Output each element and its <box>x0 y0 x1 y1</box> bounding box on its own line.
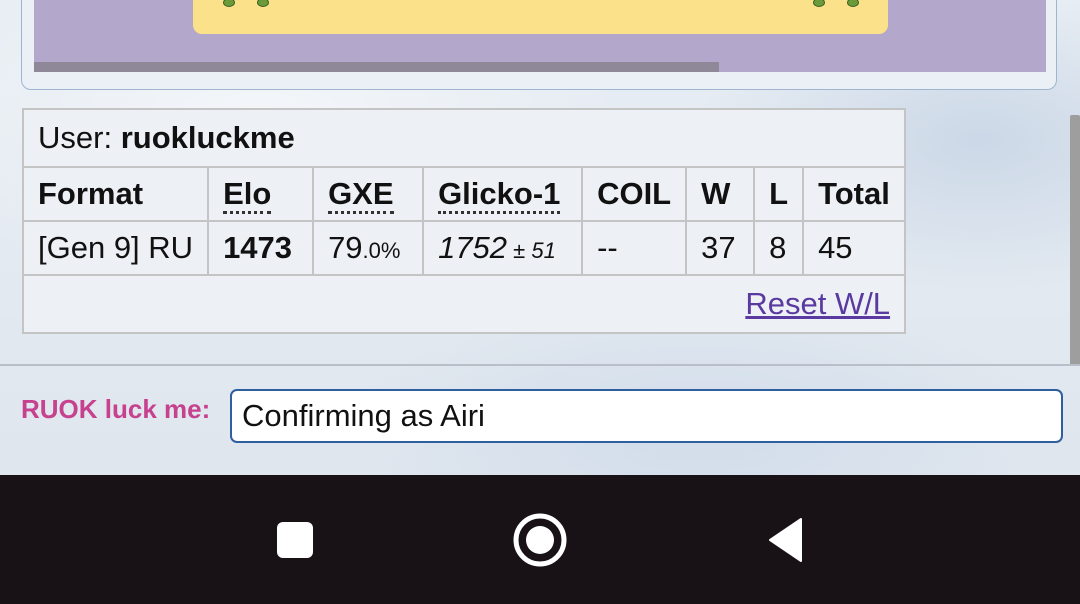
header-format: Format <box>21 166 210 222</box>
cell-losses: 8 <box>753 220 805 276</box>
username: ruokluckme <box>120 120 295 155</box>
chat-username-label: RUOK luck me: <box>21 394 211 424</box>
header-losses: L <box>753 166 805 222</box>
user-row: User: ruokluckme <box>21 108 907 168</box>
ladder-table: User: ruokluckme Format Elo GXE Glicko-1… <box>21 108 907 334</box>
home-circle-icon <box>513 513 567 566</box>
reset-cell: Reset W/L <box>21 274 907 334</box>
pokemon-foot-icon <box>257 0 269 7</box>
horizontal-scrollbar-thumb[interactable] <box>34 62 719 72</box>
home-button[interactable] <box>505 475 575 604</box>
user-prefix: User: <box>38 120 121 155</box>
cell-format: [Gen 9] RU <box>21 220 210 276</box>
recents-square-icon <box>277 521 313 558</box>
user-cell: User: ruokluckme <box>21 108 907 168</box>
cell-total: 45 <box>802 220 907 276</box>
reset-row: Reset W/L <box>21 274 907 334</box>
header-total: Total <box>802 166 907 222</box>
header-elo[interactable]: Elo <box>207 166 315 222</box>
header-gxe[interactable]: GXE <box>312 166 425 222</box>
android-navigation-bar <box>0 475 1080 604</box>
back-button[interactable] <box>755 475 815 604</box>
chat-input[interactable] <box>230 389 1063 443</box>
battle-dialog-box <box>193 0 888 34</box>
pokemon-foot-icon <box>813 0 825 7</box>
header-row: Format Elo GXE Glicko-1 COIL W L Total <box>21 166 907 222</box>
cell-wins: 37 <box>685 220 756 276</box>
vertical-scrollbar[interactable] <box>1070 115 1080 365</box>
cell-gxe: 79.0% <box>312 220 425 276</box>
pokemon-foot-icon <box>223 0 235 7</box>
back-triangle-icon <box>769 517 802 562</box>
reset-wl-link[interactable]: Reset W/L <box>745 286 890 321</box>
pokemon-foot-icon <box>847 0 859 7</box>
cell-glicko: 1752 ± 51 <box>422 220 584 276</box>
header-coil: COIL <box>581 166 688 222</box>
table-row: [Gen 9] RU 1473 79.0% 1752 ± 51 -- 37 8 … <box>21 220 907 276</box>
recents-button[interactable] <box>265 475 325 604</box>
header-wins: W <box>685 166 756 222</box>
cell-elo: 1473 <box>207 220 315 276</box>
chat-divider <box>0 364 1080 366</box>
cell-coil: -- <box>581 220 688 276</box>
header-glicko[interactable]: Glicko-1 <box>422 166 584 222</box>
